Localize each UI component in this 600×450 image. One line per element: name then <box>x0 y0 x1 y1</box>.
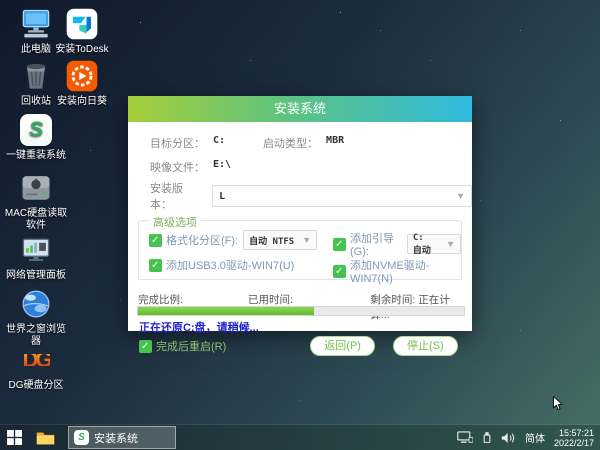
dialog-bottom-row: 完成后重启(R) 返回(P) 停止(S) <box>139 336 461 356</box>
install-system-task-icon: S <box>74 430 89 445</box>
desktop-icon-label: 安装ToDesk <box>55 44 109 55</box>
install-version-row: 安装版本： L ▼ <box>150 180 472 212</box>
starfield-background <box>0 0 1 1</box>
desktop-icon-label: DG硬盘分区 <box>8 380 64 391</box>
desktop-icon-label: 安装向日葵 <box>57 96 107 107</box>
taskbar-item-label: 安装系统 <box>94 432 138 445</box>
target-partition-label: 目标分区： <box>150 138 205 150</box>
desktop-icon-world-window-browser[interactable]: 世界之窗浏览器 <box>4 286 68 348</box>
desktop-icon-todesk[interactable]: 安装ToDesk <box>50 6 114 56</box>
chevron-down-icon: ▼ <box>456 191 465 201</box>
speaker-icon[interactable] <box>501 432 516 444</box>
sunflower-icon <box>64 58 100 94</box>
add-boot-label: 添加引导(G): <box>350 233 394 258</box>
file-explorer-button[interactable] <box>29 425 62 450</box>
desktop-icon-label: 网络管理面板 <box>6 270 66 281</box>
back-button[interactable]: 返回(P) <box>310 336 375 356</box>
reinstall-system-icon: S <box>18 112 54 148</box>
desktop-icon-network-panel[interactable]: 网络管理面板 <box>4 232 68 282</box>
clock-date: 2022/2/17 <box>553 437 594 448</box>
dg-partition-icon: DG <box>18 342 54 378</box>
add-boot-option[interactable]: 添加引导(G): C: 自动 ▼ <box>333 230 461 258</box>
image-file-row: 映像文件： E:\ <box>150 159 231 175</box>
boot-type-label: 启动类型： <box>263 138 319 150</box>
advanced-options-group: 高级选项 格式化分区(F): 自动 NTFS ▼ 添加引导(G): C: 自动 … <box>138 214 462 285</box>
advanced-options-title: 高级选项 <box>149 214 201 230</box>
desktop-icon-reinstall-system[interactable]: S 一键重装系统 <box>4 112 68 162</box>
recycle-bin-icon <box>18 58 54 94</box>
clock-time: 15:57:21 <box>558 427 594 438</box>
taskbar-clock[interactable]: 15:57:21 2022/2/17 <box>554 428 594 448</box>
taskbar-item-install-system[interactable]: S 安装系统 <box>68 426 176 449</box>
target-partition-value: C: <box>213 135 226 146</box>
network-icon[interactable] <box>457 431 473 444</box>
desktop-icon-sunflower[interactable]: 安装向日葵 <box>50 58 114 108</box>
checkbox-checked-icon[interactable] <box>333 264 346 278</box>
windows-logo-icon <box>7 430 22 445</box>
usb3-driver-label: 添加USB3.0驱动-WIN7(U) <box>166 260 295 272</box>
dg-glyph: DG <box>22 347 53 372</box>
todesk-icon <box>64 6 100 42</box>
checkbox-checked-icon[interactable] <box>149 258 162 272</box>
restart-checkbox[interactable] <box>139 339 152 353</box>
format-partition-select[interactable]: 自动 NTFS ▼ <box>243 230 318 250</box>
progress-bar-fill <box>138 307 315 315</box>
world-window-browser-icon <box>18 286 54 322</box>
taskbar: S 安装系统 简体 15:57:21 2022/2/17 <box>0 425 600 450</box>
desktop-icon-label: 一键重装系统 <box>6 150 66 161</box>
format-partition-option[interactable]: 格式化分区(F): 自动 NTFS ▼ <box>149 230 318 250</box>
usb-device-icon[interactable] <box>482 431 492 444</box>
chevron-down-icon: ▼ <box>302 235 312 245</box>
desktop-icon-dg-partition[interactable]: DG DG硬盘分区 <box>4 342 68 392</box>
reinstall-glyph: S <box>20 114 52 146</box>
start-button[interactable] <box>0 425 29 450</box>
target-partition-row: 目标分区： C: 启动类型： MBR <box>150 135 344 151</box>
add-boot-value: C: 自动 <box>412 232 431 256</box>
system-tray: 简体 15:57:21 2022/2/17 <box>457 428 600 448</box>
image-file-label: 映像文件： <box>150 162 205 174</box>
desktop-icon-label: MAC硬盘读取软件 <box>4 208 68 231</box>
input-method-indicator[interactable]: 简体 <box>525 430 545 445</box>
stop-button[interactable]: 停止(S) <box>392 336 458 356</box>
progress-bar <box>137 306 465 316</box>
checkbox-checked-icon[interactable] <box>149 233 162 247</box>
mac-disk-icon <box>18 170 54 206</box>
add-boot-select[interactable]: C: 自动 ▼ <box>406 232 461 256</box>
install-version-value: L <box>219 190 226 202</box>
install-version-label: 安装版本： <box>150 183 183 211</box>
dialog-title: 安装系统 <box>128 96 472 122</box>
nvme-driver-label: 添加NVME驱动-WIN7(N) <box>350 260 430 285</box>
checkbox-checked-icon[interactable] <box>333 237 346 251</box>
image-file-value: E:\ <box>213 159 232 170</box>
install-version-select[interactable]: L ▼ <box>212 185 472 207</box>
format-partition-label: 格式化分区(F): <box>166 235 239 247</box>
restore-status-text: 正在还原C:盘，请稍候... <box>139 322 259 334</box>
install-system-dialog: 安装系统 目标分区： C: 启动类型： MBR 映像文件： E:\ 安装版本： … <box>128 96 472 356</box>
nvme-driver-option[interactable]: 添加NVME驱动-WIN7(N) <box>333 257 461 285</box>
desktop-icon-mac-disk[interactable]: MAC硬盘读取软件 <box>4 170 68 232</box>
this-pc-icon <box>18 6 54 42</box>
format-partition-value: 自动 NTFS <box>249 236 295 247</box>
usb3-driver-option[interactable]: 添加USB3.0驱动-WIN7(U) <box>149 257 294 273</box>
mouse-cursor <box>550 395 567 417</box>
restart-after-complete-label: 完成后重启(R) <box>156 341 227 353</box>
network-panel-icon <box>18 232 54 268</box>
chevron-down-icon: ▼ <box>446 239 455 249</box>
folder-icon <box>36 431 55 444</box>
boot-type-value: MBR <box>326 135 345 146</box>
